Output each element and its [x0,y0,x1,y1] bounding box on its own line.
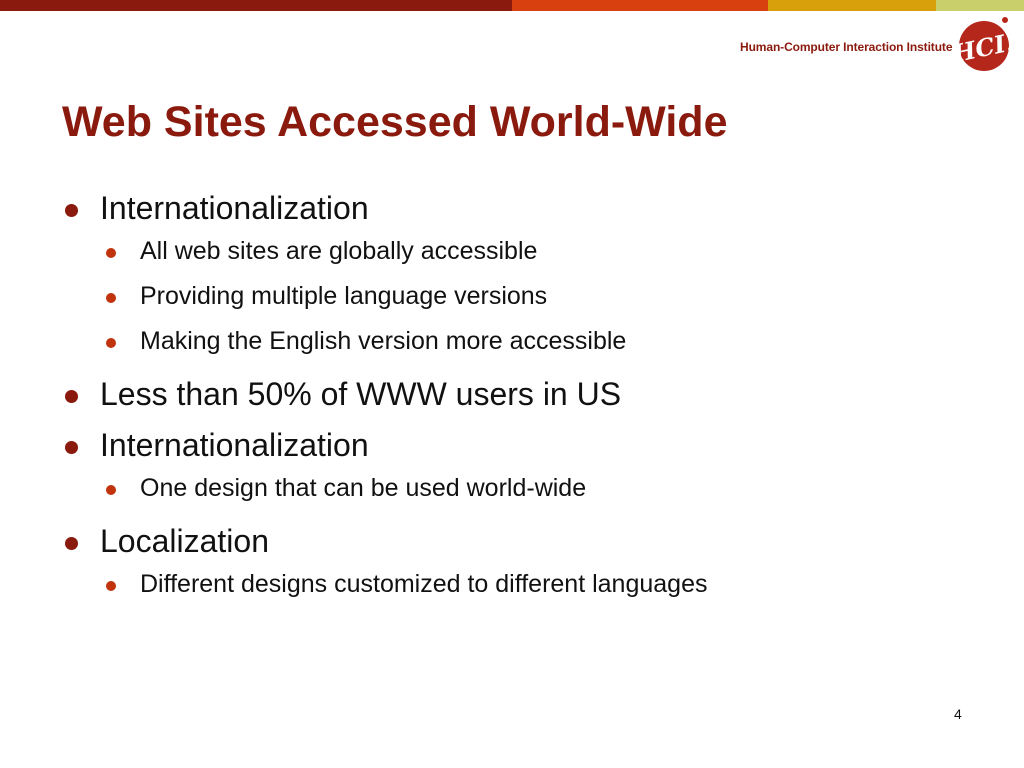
sub-bullet-text: Providing multiple language versions [140,282,548,310]
slide-title: Web Sites Accessed World-Wide [62,98,728,146]
bar-segment [512,0,768,11]
sub-bullet-text: One design that can be used world-wide [140,474,587,502]
bullet-item: Internationalization [62,425,982,466]
top-color-bar [0,0,1024,11]
bullet-list: Internationalization All web sites are g… [62,188,982,607]
page-number: 4 [954,706,962,722]
sub-bullet-text: Different designs customized to differen… [140,570,708,598]
bullet-dot-icon [106,581,116,591]
bullet-dot-icon [106,338,116,348]
bullet-dot-icon [106,293,116,303]
bullet-text: Internationalization [100,190,369,226]
bullet-text: Less than 50% of WWW users in US [100,376,622,412]
hci-logo-icon: HCI! [956,17,1012,71]
bullet-dot-icon [65,204,78,217]
bar-segment [768,0,936,11]
bullet-dot-icon [65,537,78,550]
bullet-dot-icon [106,485,116,495]
bullet-dot-icon [65,390,78,403]
sub-bullet-text: Making the English version more accessib… [140,327,627,355]
sub-bullet-item: All web sites are globally accessible [62,229,982,274]
sub-bullet-item: Different designs customized to differen… [62,562,982,607]
institute-name: Human-Computer Interaction Institute [740,40,953,54]
bullet-item: Internationalization [62,188,982,229]
sub-bullet-item: One design that can be used world-wide [62,466,982,511]
sub-bullet-item: Making the English version more accessib… [62,319,982,364]
bar-segment [0,0,512,11]
bullet-dot-icon [106,248,116,258]
bullet-text: Localization [100,523,269,559]
bullet-item: Localization [62,521,982,562]
bullet-dot-icon [65,441,78,454]
sub-bullet-text: All web sites are globally accessible [140,237,538,265]
bullet-text: Internationalization [100,427,369,463]
bar-segment [936,0,1024,11]
bullet-item: Less than 50% of WWW users in US [62,374,982,415]
sub-bullet-item: Providing multiple language versions [62,274,982,319]
